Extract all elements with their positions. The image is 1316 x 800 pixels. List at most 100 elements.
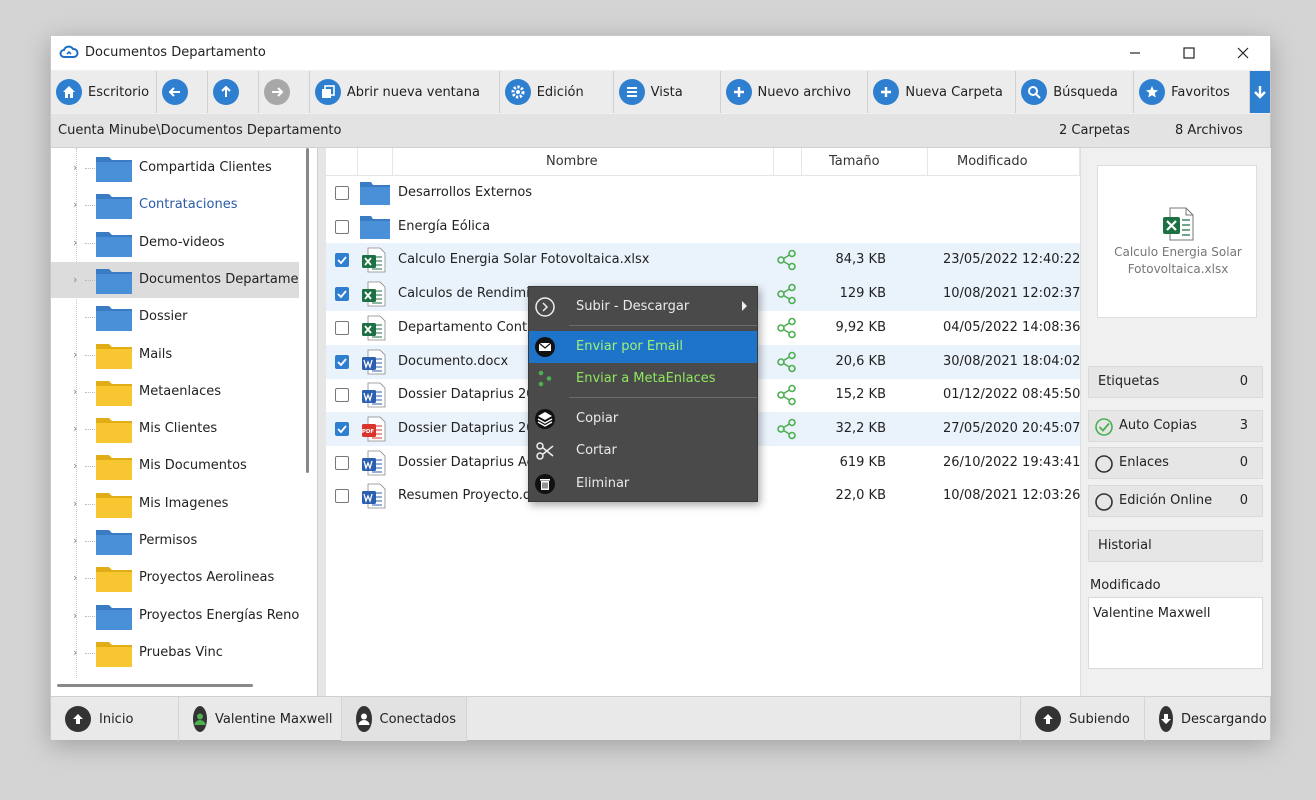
tree-item[interactable]: › Compartida Clientes xyxy=(51,150,299,186)
new-window-button[interactable]: Abrir nueva ventana xyxy=(309,71,500,113)
tree-horizontal-scrollbar[interactable] xyxy=(57,684,253,687)
row-checkbox[interactable] xyxy=(335,287,349,302)
new-file-button[interactable]: Nuevo archivo xyxy=(720,71,869,113)
folder-icon xyxy=(95,526,133,556)
user-button[interactable]: Valentine Maxwell xyxy=(179,697,342,741)
chevron-right-icon[interactable]: › xyxy=(73,497,77,510)
context-menu-item[interactable]: Enviar a MetaEnlaces xyxy=(529,363,757,395)
tree-item[interactable]: › Contrataciones xyxy=(51,187,299,223)
context-menu-item[interactable]: Eliminar xyxy=(529,468,757,500)
chevron-right-icon[interactable]: › xyxy=(73,348,77,361)
file-size: 9,92 KB xyxy=(835,319,886,335)
path-bar: Cuenta Minube\Documentos Departamento 2 … xyxy=(51,114,1270,148)
file-name: Desarrollos Externos xyxy=(398,185,533,200)
tree-item[interactable]: › Mis Imagenes xyxy=(51,486,299,522)
header-name[interactable]: Nombre xyxy=(546,154,598,169)
autocopias-box[interactable]: Auto Copias 3 xyxy=(1088,410,1263,442)
chevron-right-icon[interactable]: › xyxy=(73,236,77,249)
chevron-right-icon[interactable]: › xyxy=(73,534,77,547)
file-row[interactable]: Calculo Energia Solar Fotovoltaica.xlsx 8… xyxy=(326,243,1081,278)
files-count: 8 Archivos xyxy=(1175,123,1243,138)
folder-icon xyxy=(95,414,133,444)
modificado-value: Valentine Maxwell xyxy=(1093,606,1211,621)
share-icon xyxy=(777,317,796,339)
tree-item[interactable]: › Mis Documentos xyxy=(51,448,299,484)
context-menu-item[interactable]: Subir - Descargar xyxy=(529,291,757,323)
search-icon xyxy=(1021,79,1048,105)
chevron-right-icon[interactable]: › xyxy=(73,161,77,174)
vista-button[interactable]: Vista xyxy=(613,71,721,113)
minimize-button[interactable] xyxy=(1108,36,1162,70)
tree-item[interactable]: › Metaenlaces xyxy=(51,374,299,410)
new-window-label: Abrir nueva ventana xyxy=(346,84,480,100)
modificado-label: Modificado xyxy=(1090,578,1161,593)
tree-vertical-scrollbar[interactable] xyxy=(306,148,309,473)
row-checkbox[interactable] xyxy=(335,388,349,403)
modificado-box: Valentine Maxwell xyxy=(1088,597,1263,669)
row-checkbox[interactable] xyxy=(335,354,349,369)
file-row[interactable]: Desarrollos Externos xyxy=(326,176,1080,210)
tree-item[interactable]: › Mails xyxy=(51,337,299,373)
tree-item[interactable]: › Proyectos Energías Renovables xyxy=(51,598,299,634)
enlaces-box[interactable]: Enlaces 0 xyxy=(1088,447,1263,479)
context-menu-item[interactable]: Enviar por Email xyxy=(529,331,757,363)
historial-box[interactable]: Historial xyxy=(1088,530,1263,562)
edicion-online-box[interactable]: Edición Online 0 xyxy=(1088,485,1263,517)
edicion-button[interactable]: Edición xyxy=(499,71,614,113)
chevron-right-icon[interactable]: › xyxy=(73,385,77,398)
tree-connector xyxy=(85,168,95,169)
tree-item[interactable]: › Mis Clientes xyxy=(51,411,299,447)
file-preview[interactable]: Calculo Energia Solar Fotovoltaica.xlsx xyxy=(1097,165,1257,318)
share-icon xyxy=(777,384,796,406)
chevron-right-icon[interactable]: › xyxy=(73,609,77,622)
tree-item[interactable]: › Pruebas Vinc xyxy=(51,635,299,671)
enlaces-count: 0 xyxy=(1239,455,1248,470)
row-checkbox[interactable] xyxy=(335,186,349,200)
close-button[interactable] xyxy=(1216,36,1270,70)
context-menu-item[interactable]: Copiar xyxy=(529,403,757,435)
inicio-button[interactable]: Inicio xyxy=(51,697,179,741)
header-modified[interactable]: Modificado xyxy=(957,154,1028,169)
search-button[interactable]: Búsqueda xyxy=(1016,71,1135,113)
maximize-button[interactable] xyxy=(1162,36,1216,70)
folder-icon xyxy=(95,377,133,407)
toolbar-more-button[interactable] xyxy=(1250,71,1270,113)
context-menu-item[interactable]: Cortar xyxy=(529,435,757,467)
row-checkbox[interactable] xyxy=(335,421,349,436)
header-size[interactable]: Tamaño xyxy=(829,154,880,169)
chevron-right-icon[interactable]: › xyxy=(73,459,77,472)
file-date: 01/12/2022 08:45:50 xyxy=(943,387,1081,403)
tree-item[interactable]: Dossier xyxy=(51,299,299,335)
row-checkbox[interactable] xyxy=(335,489,349,504)
escritorio-button[interactable]: Escritorio xyxy=(51,71,157,113)
descargando-button[interactable]: Descargando xyxy=(1144,697,1271,741)
conectados-button[interactable]: Conectados xyxy=(342,697,467,741)
row-checkbox[interactable] xyxy=(335,219,349,234)
favoritos-button[interactable]: Favoritos xyxy=(1134,71,1251,113)
chevron-right-icon[interactable]: › xyxy=(73,422,77,435)
file-date: 23/05/2022 12:40:22 xyxy=(943,252,1081,268)
etiquetas-box[interactable]: Etiquetas 0 xyxy=(1088,366,1263,398)
tree-item[interactable]: › Proyectos Aerolineas xyxy=(51,560,299,596)
tree-item[interactable]: › Documentos Departamento xyxy=(51,261,299,298)
tree-item[interactable]: › Permisos xyxy=(51,523,299,559)
up-button[interactable] xyxy=(207,71,259,113)
tree-item-label: Documentos Departamento xyxy=(139,271,299,287)
chevron-right-icon[interactable]: › xyxy=(73,571,77,584)
row-checkbox[interactable] xyxy=(335,455,349,470)
share-icon xyxy=(777,418,796,440)
inicio-label: Inicio xyxy=(99,711,134,727)
back-button[interactable] xyxy=(157,71,208,113)
chevron-right-icon[interactable]: › xyxy=(73,273,77,286)
new-folder-button[interactable]: Nueva Carpeta xyxy=(868,71,1017,113)
row-checkbox[interactable] xyxy=(335,253,349,268)
tree-item[interactable]: › Demo-videos xyxy=(51,225,299,261)
forward-button[interactable] xyxy=(258,71,310,113)
tree-connector xyxy=(85,354,95,356)
subiendo-button[interactable]: Subiendo xyxy=(1020,697,1144,741)
chevron-right-icon[interactable]: › xyxy=(73,198,77,211)
file-row[interactable]: Energía Eólica xyxy=(326,210,1080,244)
pane-splitter[interactable] xyxy=(318,148,326,696)
row-checkbox[interactable] xyxy=(335,320,349,335)
chevron-right-icon[interactable]: › xyxy=(73,646,77,659)
